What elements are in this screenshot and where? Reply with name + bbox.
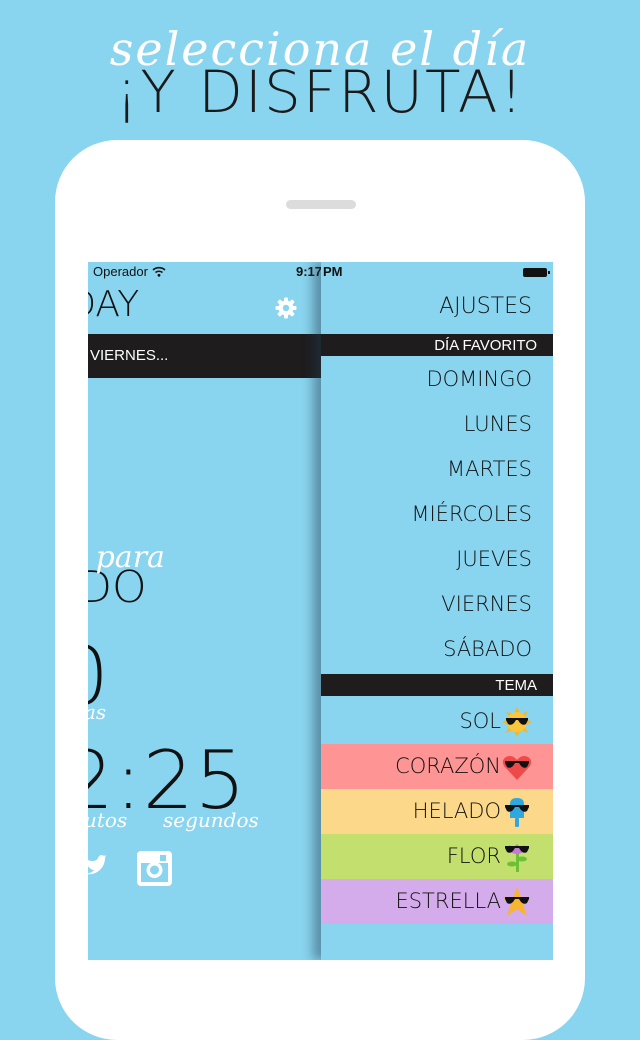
script-para: o para (88, 540, 165, 575)
banner-text: VIERNES... (90, 347, 169, 364)
day-label: SÁBADO (443, 637, 532, 661)
theme-item-estrella[interactable]: ESTRELLA (321, 879, 553, 924)
phone-speaker (286, 200, 356, 209)
promo-script: selecciona el día (109, 22, 531, 76)
favorite-day-banner: VIERNES... (88, 334, 321, 378)
day-label: VIERNES (441, 592, 532, 616)
wifi-icon (152, 266, 166, 277)
day-item-jueves[interactable]: JUEVES (321, 537, 553, 582)
day-item-domingo[interactable]: DOMINGO (321, 357, 553, 402)
theme-item-corazon[interactable]: CORAZÓN (321, 744, 553, 789)
status-ampm: PM (323, 264, 343, 279)
seconds-label: segundos (163, 808, 259, 832)
settings-title: AJUSTES (439, 294, 532, 319)
gear-icon[interactable] (274, 296, 298, 320)
main-panel: Operador 9:17 TODAY (88, 262, 321, 960)
day-label: DOMINGO (426, 367, 532, 391)
flower-sunglasses-icon (505, 844, 529, 872)
heart-sunglasses-icon (502, 756, 532, 780)
theme-label: CORAZÓN (395, 754, 501, 778)
theme-label: FLOR (446, 844, 501, 868)
day-label: JUEVES (456, 547, 532, 571)
sun-sunglasses-icon (502, 707, 532, 737)
day-label: LUNES (463, 412, 532, 436)
battery-icon (523, 268, 550, 277)
instagram-icon[interactable] (136, 850, 173, 887)
day-item-miercoles[interactable]: MIÉRCOLES (321, 492, 553, 537)
twitter-icon[interactable] (88, 852, 106, 878)
status-carrier: Operador (93, 264, 166, 279)
theme-item-sol[interactable]: SOL (321, 699, 553, 744)
days-label: as (88, 700, 107, 724)
settings-menu: PM AJUSTES DÍA FAVORITO DOMINGO LUNES MA… (321, 262, 553, 960)
day-label: MIÉRCOLES (411, 502, 532, 526)
day-item-sabado[interactable]: SÁBADO (321, 627, 553, 672)
section-theme-label: TEMA (495, 677, 537, 694)
icecream-sunglasses-icon (505, 798, 529, 827)
day-label: MARTES (447, 457, 532, 481)
app-title: TODAY (88, 284, 139, 325)
day-item-lunes[interactable]: LUNES (321, 402, 553, 447)
day-item-martes[interactable]: MARTES (321, 447, 553, 492)
star-sunglasses-icon (502, 887, 532, 916)
status-time: 9:17 (296, 264, 321, 279)
app-title-text: DAY (88, 284, 140, 325)
theme-label: HELADO (412, 799, 501, 823)
theme-item-flor[interactable]: FLOR (321, 834, 553, 879)
theme-label: ESTRELLA (395, 889, 501, 913)
phone-screen: Operador 9:17 TODAY (88, 262, 553, 960)
theme-label: SOL (459, 709, 501, 733)
minutes-label: utos (88, 808, 128, 832)
day-item-viernes[interactable]: VIERNES (321, 582, 553, 627)
theme-item-helado[interactable]: HELADO (321, 789, 553, 834)
section-theme: TEMA (321, 674, 553, 696)
carrier-label: Operador (93, 264, 148, 279)
section-favorite-day: DÍA FAVORITO (321, 334, 553, 356)
section-favorite-day-label: DÍA FAVORITO (434, 337, 537, 354)
